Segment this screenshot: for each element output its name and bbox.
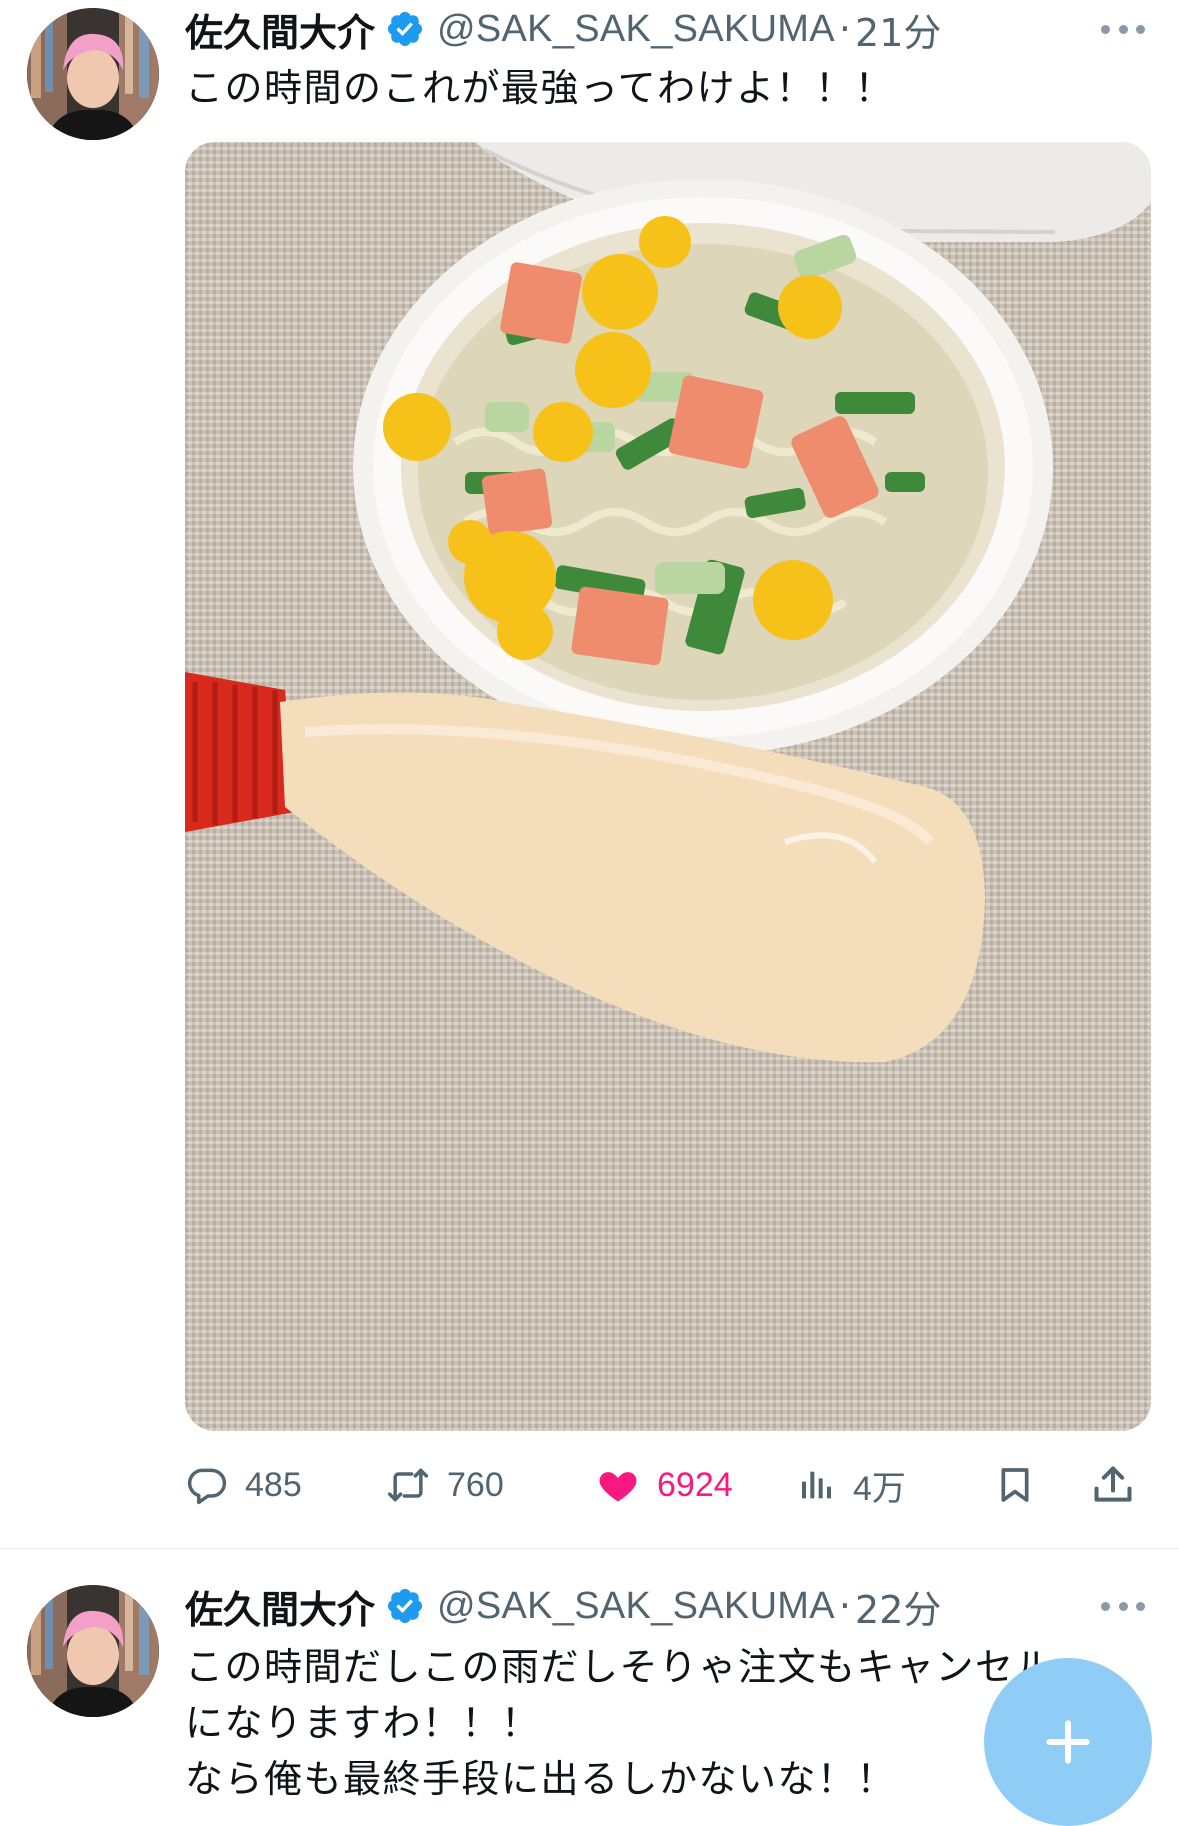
reply-button[interactable]: 485 [185,1460,302,1510]
reply-icon [187,1468,227,1505]
author-name[interactable]: 佐久間大介 [185,2,375,57]
author-handle[interactable]: @SAK_SAK_SAKUMA [437,1585,835,1628]
tweet-time[interactable]: 21分 [855,2,941,57]
author-name[interactable]: 佐久間大介 [185,1579,375,1634]
tweet-actions: 485 760 6924 4万 [185,1460,1151,1510]
tweet-time[interactable]: 22分 [855,1579,941,1634]
tweet-text-line: この時間だしこの雨だしそりゃ注文もキャンセル [185,1645,1055,1689]
tweet-header: 佐久間大介 @SAK_SAK_SAKUMA · 22分 [185,1579,941,1634]
author-handle[interactable]: @SAK_SAK_SAKUMA [437,8,835,51]
more-options-icon[interactable] [1101,1599,1145,1613]
like-button[interactable]: 6924 [595,1460,733,1510]
retweet-count: 760 [447,1465,504,1504]
tweet-text-line: なら俺も最終手段に出るしかないな！！ [185,1757,897,1801]
verified-badge-icon [387,11,423,47]
plus-icon [1046,1720,1090,1764]
heart-icon [599,1472,637,1502]
views-count: 4万 [853,1469,906,1508]
tweet[interactable]: 佐久間大介 @SAK_SAK_SAKUMA · 21分 この時間のこれが最強って… [0,0,1179,1548]
reply-count: 485 [245,1465,302,1504]
retweet-button[interactable]: 760 [385,1460,504,1510]
compose-button[interactable] [984,1658,1152,1826]
avatar[interactable] [27,8,159,140]
views-icon [802,1471,831,1499]
like-count: 6924 [657,1465,733,1504]
tweet-text: この時間のこれが最強ってわけよ！！！ [185,66,895,110]
verified-badge-icon [387,1588,423,1624]
bookmark-icon [1001,1468,1029,1502]
tweet-text: この時間だしこの雨だしそりゃ注文もキャンセル になりますわ！！！ なら俺も最終手… [185,1639,1125,1807]
avatar[interactable] [27,1585,159,1717]
retweet-icon [387,1468,429,1502]
views-button[interactable]: 4万 [797,1460,906,1510]
share-button[interactable] [1091,1460,1135,1510]
share-icon [1094,1466,1132,1502]
bookmark-button[interactable] [995,1460,1035,1510]
separator: · [838,7,852,51]
more-options-icon[interactable] [1101,22,1145,36]
separator: · [838,1584,852,1628]
tweet-header: 佐久間大介 @SAK_SAK_SAKUMA · 21分 [185,2,941,57]
tweet-photo[interactable] [185,142,1151,1431]
